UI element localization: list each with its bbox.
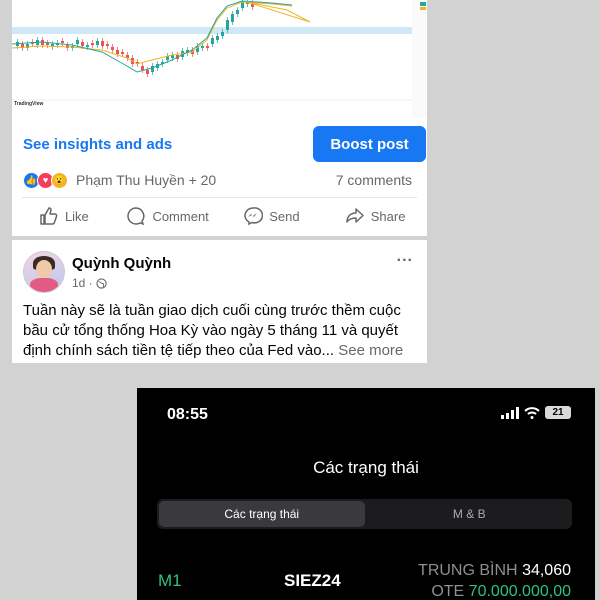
trading-chart-image[interactable]: TradingView: [12, 0, 427, 118]
reaction-names[interactable]: Phạm Thu Huyền + 20: [76, 172, 216, 188]
facebook-post-card: Quỳnh Quỳnh 1d · ... Tuần này sẽ là tuần…: [12, 240, 427, 363]
candle: [211, 38, 214, 44]
send-label: Send: [269, 208, 300, 224]
ote-value: 70.000.000,00: [468, 583, 571, 600]
messenger-icon: [244, 207, 264, 226]
post-author-name[interactable]: Quỳnh Quỳnh: [72, 255, 171, 272]
post-body: Tuần này sẽ là tuần giao dịch cuối cùng …: [23, 301, 423, 361]
post-meta: 1d ·: [72, 276, 107, 290]
like-label: Like: [64, 208, 89, 224]
wifi-icon: [524, 406, 540, 419]
candle: [236, 10, 239, 14]
tab-m-and-b[interactable]: M & B: [367, 499, 573, 529]
candle: [61, 41, 64, 43]
share-button[interactable]: Share: [323, 200, 427, 232]
candle: [91, 43, 94, 45]
tradingview-watermark: TradingView: [14, 101, 44, 107]
candle: [216, 36, 219, 40]
candle: [96, 41, 99, 45]
post-time[interactable]: 1d ·: [72, 276, 93, 290]
candle: [226, 20, 229, 30]
more-options-icon[interactable]: ...: [397, 248, 413, 266]
globe-icon: [96, 277, 107, 289]
signal-icon: [501, 406, 519, 419]
tab-cac-trang-thai[interactable]: Các trạng thái: [159, 501, 365, 527]
candle: [76, 40, 79, 44]
share-icon: [346, 208, 364, 223]
share-label: Share: [370, 208, 406, 224]
ote-label: OTE: [431, 583, 465, 600]
comment-label: Comment: [152, 208, 209, 224]
candle: [201, 46, 204, 48]
candle: [116, 50, 119, 54]
comments-count[interactable]: 7 comments: [336, 172, 412, 188]
candle: [241, 2, 244, 8]
screen-title: Các trạng thái: [313, 458, 419, 477]
battery-icon: 21: [545, 406, 571, 419]
candle: [231, 14, 234, 22]
candle: [141, 66, 144, 70]
candle: [121, 52, 124, 54]
post-actions-bar: Like Comment Send Share: [12, 200, 427, 232]
ote-value-row: OTE 70.000.000,00: [431, 583, 571, 600]
average-price: TRUNG BÌNH 34,060: [418, 562, 571, 580]
candle: [111, 47, 114, 50]
position-symbol[interactable]: SIEZ24: [284, 571, 341, 591]
candle: [206, 46, 209, 48]
thumbs-up-icon: [40, 207, 58, 225]
candlestick-chart: [12, 0, 427, 118]
position-label: M1: [158, 571, 182, 590]
candle: [46, 43, 49, 45]
candle: [101, 41, 104, 46]
see-insights-link[interactable]: See insights and ads: [23, 136, 172, 153]
phone-screenshot: 08:55 21 Các trạng thái Các trạng thái M…: [137, 388, 595, 600]
comment-icon: [127, 207, 145, 226]
candle: [81, 42, 84, 46]
see-more-link[interactable]: See more: [338, 342, 403, 359]
like-button[interactable]: Like: [12, 200, 116, 232]
candle: [146, 70, 149, 74]
avatar[interactable]: [23, 251, 65, 293]
candle: [86, 45, 89, 47]
boost-post-button[interactable]: Boost post: [313, 126, 426, 162]
candle: [106, 44, 109, 46]
comment-button[interactable]: Comment: [116, 200, 220, 232]
status-time: 08:55: [167, 406, 208, 423]
average-label: TRUNG BÌNH: [418, 562, 518, 579]
candle: [221, 32, 224, 36]
send-button[interactable]: Send: [220, 200, 324, 232]
facebook-post-card: TradingView See insights and ads Boost p…: [12, 0, 427, 236]
wow-reaction-icon: 😮: [51, 171, 68, 189]
divider: [22, 197, 417, 198]
segmented-control: Các trạng thái M & B: [157, 499, 572, 529]
status-icons: 21: [501, 406, 571, 419]
average-value: 34,060: [522, 562, 571, 579]
reaction-icons[interactable]: 👍 ♥ 😮: [23, 170, 68, 190]
